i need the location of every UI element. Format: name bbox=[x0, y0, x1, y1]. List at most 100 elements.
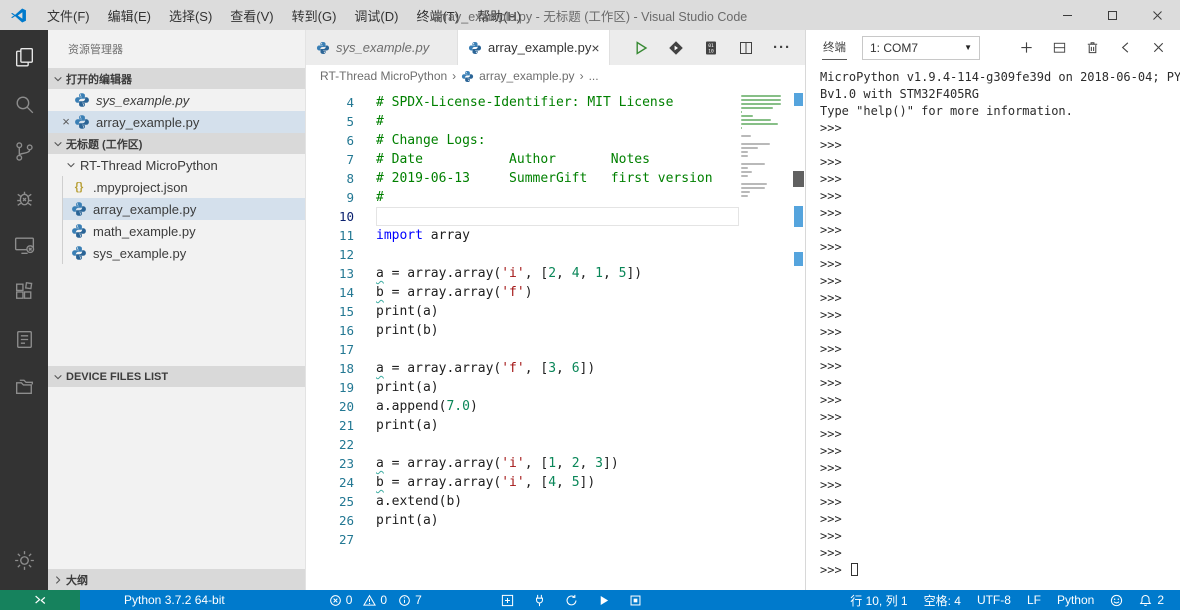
code-token: 3 bbox=[548, 361, 557, 376]
tab-terminal[interactable]: 终端 bbox=[822, 35, 847, 60]
file-array_example.py[interactable]: array_example.py bbox=[63, 198, 305, 220]
code-lines[interactable]: # SPDX-License-Identifier: MIT License # #… bbox=[376, 93, 739, 590]
breadcrumb-item[interactable]: ... bbox=[589, 69, 599, 83]
menu-item-1[interactable]: 编辑(E) bbox=[99, 0, 160, 30]
code-line-26[interactable]: print(a) bbox=[376, 511, 739, 530]
sync-icon[interactable] bbox=[565, 594, 578, 607]
code-line-24[interactable]: b = array.array('i', [4, 5]) bbox=[376, 473, 739, 492]
source-control-icon[interactable] bbox=[0, 128, 48, 175]
remote-indicator[interactable] bbox=[0, 590, 80, 610]
extensions-icon[interactable] bbox=[0, 269, 48, 316]
editor-scrollbar[interactable] bbox=[791, 93, 805, 590]
menu-item-0[interactable]: 文件(F) bbox=[38, 0, 99, 30]
menu-item-3[interactable]: 查看(V) bbox=[221, 0, 282, 30]
open-editor-sys_example.py[interactable]: sys_example.py bbox=[48, 89, 305, 111]
code-line-8[interactable]: # 2019-06-13 SummerGift first version bbox=[376, 169, 739, 188]
maximize-icon[interactable] bbox=[1090, 0, 1135, 30]
terminal-dropdown[interactable]: 1: COM7 ▼ bbox=[862, 35, 980, 60]
tab-label: array_example.py bbox=[488, 40, 592, 55]
code-line-23[interactable]: a = array.array('i', [1, 2, 3]) bbox=[376, 454, 739, 473]
breadcrumb-item[interactable]: array_example.py bbox=[479, 69, 574, 83]
code-line-14[interactable]: b = array.array('f') bbox=[376, 283, 739, 302]
folder-projects-icon[interactable] bbox=[0, 363, 48, 410]
document-list-icon[interactable] bbox=[0, 316, 48, 363]
kill-terminal-icon[interactable] bbox=[1085, 40, 1100, 55]
menu-item-5[interactable]: 调试(D) bbox=[345, 0, 407, 30]
code-line-16[interactable]: print(b) bbox=[376, 321, 739, 340]
breadcrumb-item[interactable]: RT-Thread MicroPython bbox=[320, 69, 447, 83]
code-editor[interactable]: 4 5 6 7 8 9 10 11 12 13 14 15 16 17 18 19 20 21 22 23 24 25 26… bbox=[306, 87, 805, 590]
status-item-4[interactable]: Python bbox=[1049, 590, 1102, 610]
search-icon[interactable] bbox=[0, 81, 48, 128]
terminal-active-prompt[interactable]: >>> bbox=[820, 562, 1180, 579]
chevron-left-icon[interactable] bbox=[1118, 40, 1133, 55]
code-line-27[interactable] bbox=[376, 530, 739, 549]
status-item-1[interactable]: 空格: 4 bbox=[916, 590, 969, 610]
plug-icon[interactable] bbox=[533, 594, 546, 607]
file-sys_example.py[interactable]: sys_example.py bbox=[63, 242, 305, 264]
run-icon[interactable] bbox=[633, 40, 649, 56]
python-interpreter-status[interactable]: Python 3.7.2 64-bit bbox=[118, 590, 231, 610]
code-line-6[interactable]: # Change Logs: bbox=[376, 131, 739, 150]
code-line-9[interactable]: # bbox=[376, 188, 739, 207]
debug-icon[interactable] bbox=[0, 175, 48, 222]
code-line-11[interactable]: import array bbox=[376, 226, 739, 245]
flash-icon[interactable] bbox=[668, 40, 684, 56]
code-line-15[interactable]: print(a) bbox=[376, 302, 739, 321]
remote-device-icon[interactable] bbox=[0, 222, 48, 269]
add-device-icon[interactable] bbox=[501, 594, 514, 607]
minimap[interactable] bbox=[739, 93, 791, 590]
tab-array_example.py[interactable]: array_example.py × bbox=[458, 30, 610, 65]
binary-file-icon[interactable]: 01 10 bbox=[703, 40, 719, 56]
terminal-output[interactable]: MicroPython v1.9.4-114-g309fe39d on 2018… bbox=[806, 65, 1180, 590]
code-line-18[interactable]: a = array.array('f', [3, 6]) bbox=[376, 359, 739, 378]
close-window-icon[interactable] bbox=[1135, 0, 1180, 30]
new-terminal-icon[interactable] bbox=[1019, 40, 1034, 55]
code-token: ]) bbox=[603, 456, 619, 471]
tab-sys_example.py[interactable]: sys_example.py bbox=[306, 30, 458, 65]
split-terminal-icon[interactable] bbox=[1052, 40, 1067, 55]
code-line-17[interactable] bbox=[376, 340, 739, 359]
more-icon[interactable]: ··· bbox=[773, 39, 791, 56]
code-line-20[interactable]: a.append(7.0) bbox=[376, 397, 739, 416]
folder-rt-thread-micropython[interactable]: RT-Thread MicroPython bbox=[48, 154, 305, 176]
scrollbar-thumb[interactable] bbox=[793, 171, 804, 187]
status-item-0[interactable]: 行 10, 列 1 bbox=[842, 590, 915, 610]
stop-icon[interactable] bbox=[629, 594, 642, 607]
close-editor-icon[interactable]: × bbox=[58, 114, 74, 130]
feedback-smiley-icon[interactable] bbox=[1102, 590, 1131, 610]
code-line-19[interactable]: print(a) bbox=[376, 378, 739, 397]
code-line-5[interactable]: # bbox=[376, 112, 739, 131]
code-line-22[interactable] bbox=[376, 435, 739, 454]
problems-status[interactable]: 0 0 7 bbox=[323, 590, 435, 610]
settings-gear-icon[interactable] bbox=[0, 537, 48, 584]
menu-item-4[interactable]: 转到(G) bbox=[283, 0, 346, 30]
close-panel-icon[interactable] bbox=[1151, 40, 1166, 55]
status-item-3[interactable]: LF bbox=[1019, 590, 1049, 610]
outline-header[interactable]: 大纲 bbox=[48, 569, 305, 590]
device-files-header[interactable]: DEVICE FILES LIST bbox=[48, 366, 305, 387]
code-line-7[interactable]: # Date Author Notes bbox=[376, 150, 739, 169]
close-tab-icon[interactable]: × bbox=[591, 40, 599, 56]
code-line-13[interactable]: a = array.array('i', [2, 4, 1, 5]) bbox=[376, 264, 739, 283]
terminal-prompt-line: >>> bbox=[820, 410, 842, 424]
code-line-21[interactable]: print(a) bbox=[376, 416, 739, 435]
file-.mpyproject.json[interactable]: {} .mpyproject.json bbox=[63, 176, 305, 198]
run-icon[interactable] bbox=[597, 594, 610, 607]
split-editor-icon[interactable] bbox=[738, 40, 754, 56]
notifications-bell[interactable]: 2 bbox=[1131, 590, 1172, 610]
code-line-10[interactable] bbox=[376, 207, 739, 226]
file-math_example.py[interactable]: math_example.py bbox=[63, 220, 305, 242]
code-line-12[interactable] bbox=[376, 245, 739, 264]
workspace-header[interactable]: 无标题 (工作区) bbox=[48, 133, 305, 154]
status-item-2[interactable]: UTF-8 bbox=[969, 590, 1019, 610]
code-line-4[interactable]: # SPDX-License-Identifier: MIT License bbox=[376, 93, 739, 112]
minimize-icon[interactable] bbox=[1045, 0, 1090, 30]
python-file-icon bbox=[71, 245, 87, 261]
editor-actions: 01 10 ··· bbox=[633, 30, 805, 65]
menu-item-2[interactable]: 选择(S) bbox=[160, 0, 221, 30]
explorer-icon[interactable] bbox=[0, 34, 48, 81]
open-editors-header[interactable]: 打开的编辑器 bbox=[48, 68, 305, 89]
open-editor-array_example.py[interactable]: × array_example.py bbox=[48, 111, 305, 133]
code-line-25[interactable]: a.extend(b) bbox=[376, 492, 739, 511]
